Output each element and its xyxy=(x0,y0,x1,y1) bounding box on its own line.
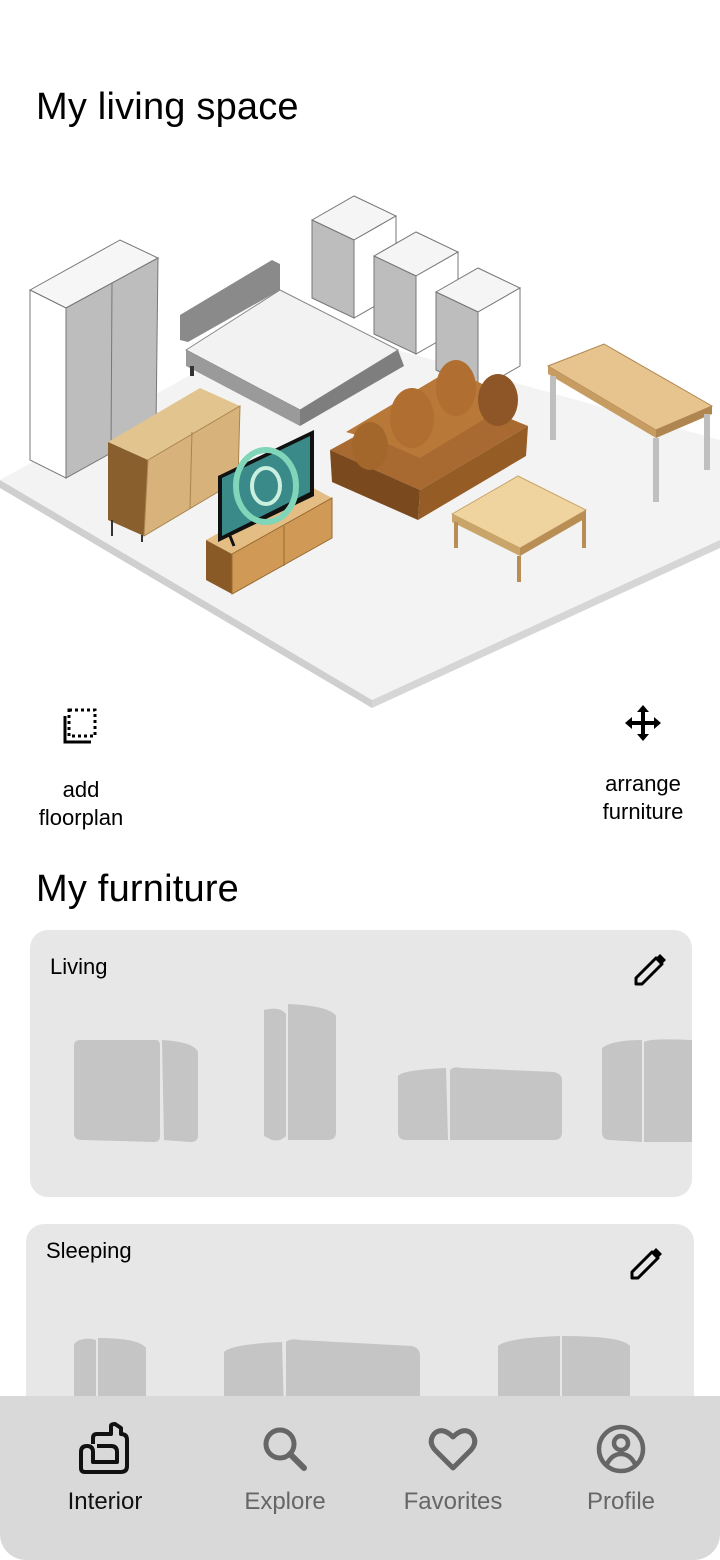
bottom-tab-bar: Interior Explore Favorites Profile xyxy=(0,1396,720,1560)
move-arrows-icon xyxy=(625,705,661,741)
search-icon xyxy=(263,1427,307,1471)
furniture-section-title: My furniture xyxy=(36,868,240,910)
edit-category-button[interactable] xyxy=(624,1240,668,1284)
arrange-furniture-label-line2: furniture xyxy=(602,799,684,824)
tab-label: Interior xyxy=(67,1488,143,1515)
pencil-icon xyxy=(630,1248,662,1280)
category-title: Sleeping xyxy=(46,1238,132,1263)
arrange-furniture-button[interactable]: arrange furniture xyxy=(578,702,708,826)
tab-label: Favorites xyxy=(403,1488,503,1515)
tab-label: Explore xyxy=(244,1488,326,1515)
living-furniture-thumbnails xyxy=(74,1004,692,1142)
heart-icon xyxy=(428,1428,478,1471)
floorplan-add-icon xyxy=(63,708,97,744)
furniture-thumbnail[interactable] xyxy=(264,1004,336,1141)
tab-label: Profile xyxy=(586,1488,656,1515)
furniture-thumbnail[interactable] xyxy=(398,1067,562,1140)
add-floorplan-button[interactable]: add floorplan xyxy=(16,706,146,832)
pencil-icon xyxy=(634,954,666,986)
sofa-icon xyxy=(79,1422,129,1474)
living-space-title: My living space xyxy=(36,86,299,128)
tab-explore[interactable]: Explore xyxy=(210,1422,360,1516)
furniture-thumbnail[interactable] xyxy=(602,1039,692,1142)
user-circle-icon xyxy=(596,1424,646,1474)
tab-favorites[interactable]: Favorites xyxy=(378,1422,528,1516)
arrange-furniture-label-line1: arrange xyxy=(605,771,681,796)
category-card-living[interactable]: Living xyxy=(30,930,692,1197)
tab-interior[interactable]: Interior xyxy=(30,1422,180,1516)
category-title: Living xyxy=(50,954,108,979)
edit-category-button[interactable] xyxy=(628,946,672,990)
tab-profile[interactable]: Profile xyxy=(546,1422,696,1516)
furniture-thumbnail[interactable] xyxy=(74,1040,198,1142)
room-3d-preview[interactable] xyxy=(0,180,720,720)
add-floorplan-label-line1: add xyxy=(62,777,100,802)
add-floorplan-label-line2: floorplan xyxy=(38,805,124,830)
